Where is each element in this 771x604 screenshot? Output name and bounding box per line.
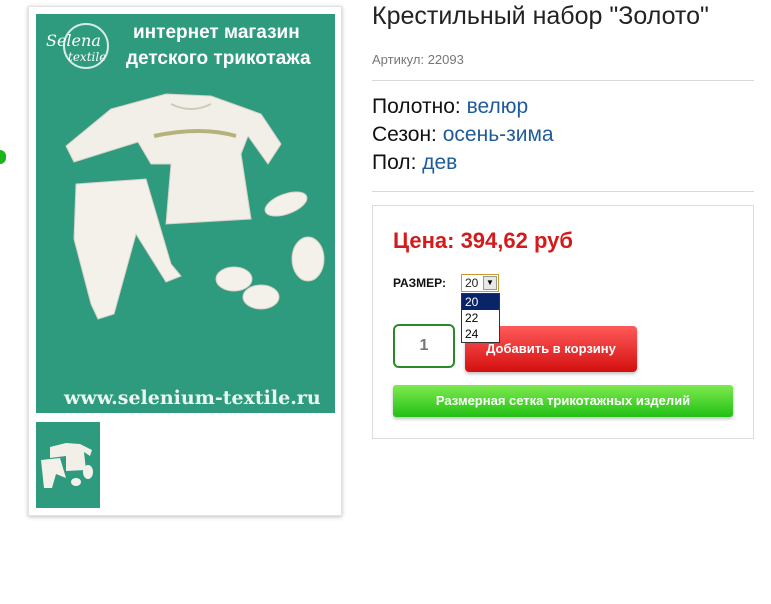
product-main-image[interactable]: Selena textile интернет магазин детского… [36,14,335,413]
purchase-box: Цена: 394,62 руб РАЗМЕР: 20 ▼ 20 22 24 1… [372,205,754,439]
size-option-22[interactable]: 22 [462,310,499,326]
price: Цена: 394,62 руб [393,228,573,254]
attribute-value-link[interactable]: дев [422,151,457,174]
attribute-value-link[interactable]: осень-зима [443,123,554,146]
price-value: 394,62 руб [460,228,573,253]
product-sku: Артикул: 22093 [372,52,464,67]
attribute-value-link[interactable]: велюр [467,95,529,118]
divider [372,80,754,81]
attribute-gender: Пол: дев [372,151,457,175]
product-gallery: Selena textile интернет магазин детского… [28,6,342,516]
attribute-fabric: Полотно: велюр [372,95,528,119]
mittens-illustration [291,236,325,282]
image-url-text: www.selenium-textile.ru [63,387,321,409]
divider [372,191,754,192]
banner-line-2: детского трикотажа [126,48,311,69]
logo-text-top: Selena [46,31,101,50]
bootie-illustration-1 [215,266,253,292]
quantity-input[interactable]: 1 [393,324,455,368]
size-label: РАЗМЕР: [393,276,446,290]
price-label: Цена: [393,228,455,253]
sku-value: 22093 [427,52,464,67]
logo-text-bottom: textile [68,50,106,64]
attribute-label: Полотно: [372,95,461,118]
banner-line-1: интернет магазин [133,22,300,43]
side-indicator [0,150,6,164]
product-title: Крестильный набор "Золото" [372,2,709,30]
attribute-season: Сезон: осень-зима [372,123,554,147]
sku-label: Артикул: [372,52,425,67]
size-option-24[interactable]: 24 [462,326,499,342]
attribute-label: Пол: [372,151,417,174]
size-option-20[interactable]: 20 [462,294,499,310]
size-dropdown-list: 20 22 24 [461,293,500,343]
size-select[interactable]: 20 ▼ [461,274,499,292]
thumbnail-photo [36,422,100,508]
size-chart-button[interactable]: Размерная сетка трикотажных изделий [393,385,733,417]
product-thumbnail[interactable] [36,422,100,508]
bootie-illustration-2 [242,284,280,310]
attribute-label: Сезон: [372,123,437,146]
product-photo: Selena textile интернет магазин детского… [36,14,335,413]
chevron-down-icon[interactable]: ▼ [483,276,497,290]
size-selected-value: 20 [465,276,479,290]
